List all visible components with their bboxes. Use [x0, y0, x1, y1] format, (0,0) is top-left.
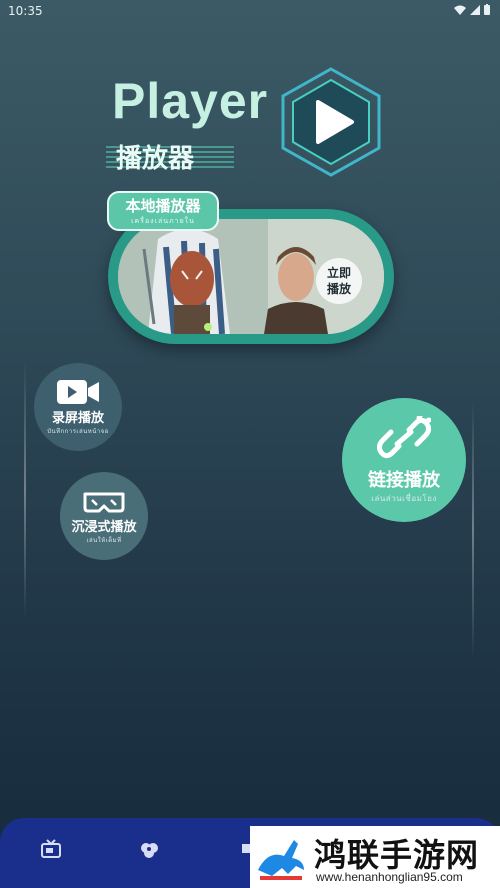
play-now-label-2: 播放: [326, 282, 351, 296]
link-play-label: 链接播放: [368, 470, 440, 491]
watermark-logo: [258, 840, 304, 880]
vr-glasses-icon: [83, 492, 125, 513]
play-now-label-1: 立即: [326, 266, 351, 280]
video-camera-icon: [57, 380, 99, 404]
link-play-subtitle: เล่นส่วนเชื่อมโยง: [371, 494, 437, 503]
local-player-title: 本地播放器: [125, 197, 201, 215]
discover-icon[interactable]: [138, 838, 160, 860]
signal-icon: [470, 4, 480, 15]
immersive-play-label: 沉浸式播放: [71, 520, 137, 535]
app-title: Player: [112, 73, 269, 129]
status-bar: 10:35: [0, 0, 500, 22]
link-play-button[interactable]: 链接播放 เล่นส่วนเชื่อมโยง: [342, 398, 466, 522]
tv-icon[interactable]: [40, 838, 62, 860]
app-subtitle: 播放器: [116, 144, 195, 174]
play-hexagon-icon: [281, 67, 381, 177]
immersive-play-subtitle: เล่นให้เต็มที่: [86, 537, 122, 544]
wifi-icon: [454, 5, 466, 15]
screen-record-button[interactable]: 录屏播放 บันทึกการเล่นหน้าจอ: [34, 363, 122, 451]
screen-record-label: 录屏播放: [51, 411, 104, 426]
screen-record-subtitle: บันทึกการเล่นหน้าจอ: [47, 428, 109, 435]
local-player-subtitle: เครื่องเล่นภายใน: [131, 217, 195, 225]
immersive-play-button[interactable]: 沉浸式播放 เล่นให้เต็มที่: [60, 472, 148, 560]
watermark-url: www.henanhonglian95.com: [316, 870, 463, 884]
status-icons: [454, 4, 490, 15]
link-icon: [377, 416, 431, 459]
battery-icon: [484, 4, 490, 15]
local-player-label: 本地播放器 เครื่องเล่นภายใน: [107, 191, 219, 231]
decorative-line: [472, 400, 474, 660]
watermark: 鸿联手游网 www.henanhonglian95.com: [250, 826, 500, 888]
play-now-button[interactable]: 立即 播放: [316, 258, 362, 304]
decorative-line: [24, 360, 26, 620]
status-time: 10:35: [8, 4, 43, 18]
